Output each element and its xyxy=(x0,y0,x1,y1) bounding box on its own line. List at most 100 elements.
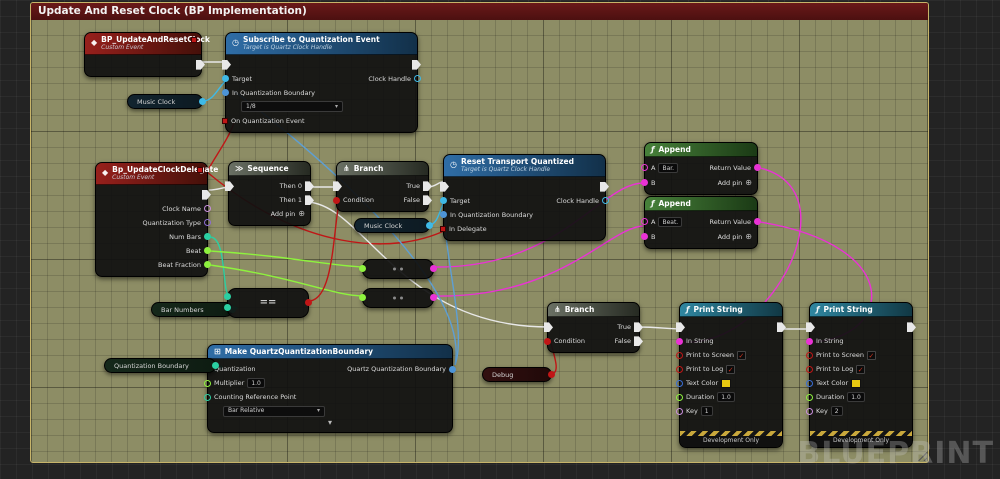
exec-in-pin[interactable] xyxy=(806,322,815,333)
b-pin[interactable] xyxy=(641,179,648,187)
duration-value-field[interactable]: 1.0 xyxy=(717,392,735,403)
node-equal-operator[interactable]: == xyxy=(224,288,312,318)
node-bp-update-and-reset-clock[interactable]: ◆ BP_UpdateAndResetClock Custom Event xyxy=(84,32,210,77)
node-print-string-2[interactable]: ƒ Print String In String Print to Screen… xyxy=(806,302,916,448)
music-clock-output-pin[interactable] xyxy=(199,98,206,105)
print-to-log-pin[interactable] xyxy=(806,365,813,373)
node-sequence[interactable]: ≫ Sequence Then 0 Then 1 Add pin ⊕ xyxy=(225,161,314,227)
comment-title[interactable]: Update And Reset Clock (BP Implementatio… xyxy=(31,3,928,20)
multiplier-value-field[interactable]: 1.0 xyxy=(247,378,265,389)
on-quantization-event-pin[interactable] xyxy=(222,117,228,124)
add-pin-icon[interactable]: ⊕ xyxy=(745,178,752,187)
node-branch-2[interactable]: ⋔ Branch True Condition False xyxy=(544,302,643,354)
duration-pin[interactable] xyxy=(676,393,683,401)
node-subscribe-to-quantization-event[interactable]: ◷ Subscribe to Quantization Event Target… xyxy=(222,32,421,133)
beat-pin[interactable] xyxy=(204,247,211,255)
clock-name-pin[interactable] xyxy=(204,205,211,213)
expand-node-chevron[interactable]: ▾ xyxy=(213,418,447,428)
node-title: Print String xyxy=(823,305,873,314)
node-title: Append xyxy=(658,145,691,154)
text-color-pin[interactable] xyxy=(806,379,813,387)
exec-in-pin[interactable] xyxy=(333,181,342,192)
in-quantization-boundary-pin[interactable] xyxy=(222,89,229,97)
music-clock-output-pin[interactable] xyxy=(426,222,433,229)
b-pin[interactable] xyxy=(641,233,648,241)
num-bars-pin[interactable] xyxy=(204,233,211,241)
print-to-screen-pin[interactable] xyxy=(676,351,683,359)
variable-music-clock-2[interactable]: Music Clock xyxy=(354,218,433,233)
print-to-log-pin[interactable] xyxy=(676,365,683,373)
node-branch-1[interactable]: ⋔ Branch True Condition False xyxy=(333,161,432,213)
add-pin-icon[interactable]: ⊕ xyxy=(745,232,752,241)
add-pin-icon[interactable]: ⊕ xyxy=(298,210,305,218)
multiplier-pin[interactable] xyxy=(204,379,211,387)
development-only-footer: Development Only xyxy=(680,431,782,447)
debug-output-pin[interactable] xyxy=(548,371,555,378)
target-pin[interactable] xyxy=(440,197,447,205)
pin-label: Text Color xyxy=(816,379,849,388)
duration-pin[interactable] xyxy=(806,393,813,401)
node-append-2[interactable]: ƒ Append A Beat. Return Value B Add pin … xyxy=(641,196,761,250)
exec-in-pin[interactable] xyxy=(222,59,231,70)
duration-value-field[interactable]: 1.0 xyxy=(847,392,865,403)
condition-pin[interactable] xyxy=(333,196,340,204)
quantization-type-pin[interactable] xyxy=(204,219,211,227)
key-value-field[interactable]: 2 xyxy=(830,406,843,417)
text-color-pin[interactable] xyxy=(676,379,683,387)
counting-reference-point-dropdown[interactable]: Bar Relative ▾ xyxy=(223,405,325,417)
print-to-screen-pin[interactable] xyxy=(806,351,813,359)
condition-pin[interactable] xyxy=(544,337,551,345)
pin-label: Then 0 xyxy=(279,182,302,191)
in-string-pin[interactable] xyxy=(676,337,683,345)
exec-in-pin[interactable] xyxy=(225,181,234,192)
a-pin[interactable] xyxy=(641,164,648,172)
conv-output-pin[interactable] xyxy=(430,265,437,272)
node-append-1[interactable]: ƒ Append A Bar. Return Value B Add pin ⊕ xyxy=(641,142,761,196)
node-bp-update-clock-delegate[interactable]: ◆ Bp_UpdateClockDelegate Custom Event Cl… xyxy=(95,162,218,277)
node-to-string-conversion-1[interactable] xyxy=(359,259,437,279)
text-color-swatch[interactable] xyxy=(851,378,862,388)
exec-in-pin[interactable] xyxy=(440,181,449,192)
node-make-quartz-quantization-boundary[interactable]: ⊞ Make QuartzQuantizationBoundary Quanti… xyxy=(204,344,456,434)
text-color-swatch[interactable] xyxy=(721,378,732,388)
delegate-output-pin[interactable] xyxy=(197,167,203,173)
delegate-output-pin[interactable] xyxy=(191,37,197,43)
in-delegate-pin[interactable] xyxy=(440,225,446,232)
a-value-field[interactable]: Beat. xyxy=(658,216,683,227)
in-string-pin[interactable] xyxy=(806,337,813,345)
exec-in-pin[interactable] xyxy=(676,322,685,333)
variable-label: Quantization Boundary xyxy=(114,361,189,370)
equal-output-pin[interactable] xyxy=(305,299,312,306)
print-to-screen-checkbox[interactable]: ✓ xyxy=(866,350,876,360)
print-to-log-checkbox[interactable]: ✓ xyxy=(726,364,736,374)
quartz-quantization-boundary-pin[interactable] xyxy=(449,365,456,373)
key-value-field[interactable]: 1 xyxy=(700,406,713,417)
pin-label: In Quantization Boundary xyxy=(232,88,316,97)
variable-quantization-boundary[interactable]: Quantization Boundary xyxy=(104,358,219,373)
key-pin[interactable] xyxy=(806,407,813,415)
clock-handle-pin[interactable] xyxy=(414,75,421,83)
conv-output-pin[interactable] xyxy=(430,294,437,301)
quantization-boundary-dropdown[interactable]: 1/8 ▾ xyxy=(241,101,343,113)
print-to-log-checkbox[interactable]: ✓ xyxy=(856,364,866,374)
chevron-down-icon: ▾ xyxy=(316,407,320,415)
quantization-boundary-output-pin[interactable] xyxy=(212,362,219,369)
variable-debug[interactable]: Debug xyxy=(482,367,555,382)
key-pin[interactable] xyxy=(676,407,683,415)
node-to-string-conversion-2[interactable] xyxy=(359,288,437,308)
variable-music-clock[interactable]: Music Clock xyxy=(127,94,206,109)
target-pin[interactable] xyxy=(222,75,229,83)
add-pin-label: Add pin xyxy=(270,210,296,219)
counting-reference-point-pin[interactable] xyxy=(204,393,211,401)
print-to-screen-checkbox[interactable]: ✓ xyxy=(736,350,746,360)
variable-bar-numbers[interactable]: Bar Numbers xyxy=(151,302,236,317)
a-value-field[interactable]: Bar. xyxy=(658,162,679,173)
a-pin[interactable] xyxy=(641,218,648,226)
blueprint-canvas[interactable]: Update And Reset Clock (BP Implementatio… xyxy=(0,0,1000,479)
clock-handle-pin[interactable] xyxy=(602,197,609,205)
in-quantization-boundary-pin[interactable] xyxy=(440,211,447,219)
exec-in-pin[interactable] xyxy=(544,322,553,333)
node-reset-transport-quantized[interactable]: ◷ Reset Transport Quantized Target is Qu… xyxy=(440,154,609,241)
beat-fraction-pin[interactable] xyxy=(204,261,211,269)
node-print-string-1[interactable]: ƒ Print String In String Print to Screen… xyxy=(676,302,786,448)
